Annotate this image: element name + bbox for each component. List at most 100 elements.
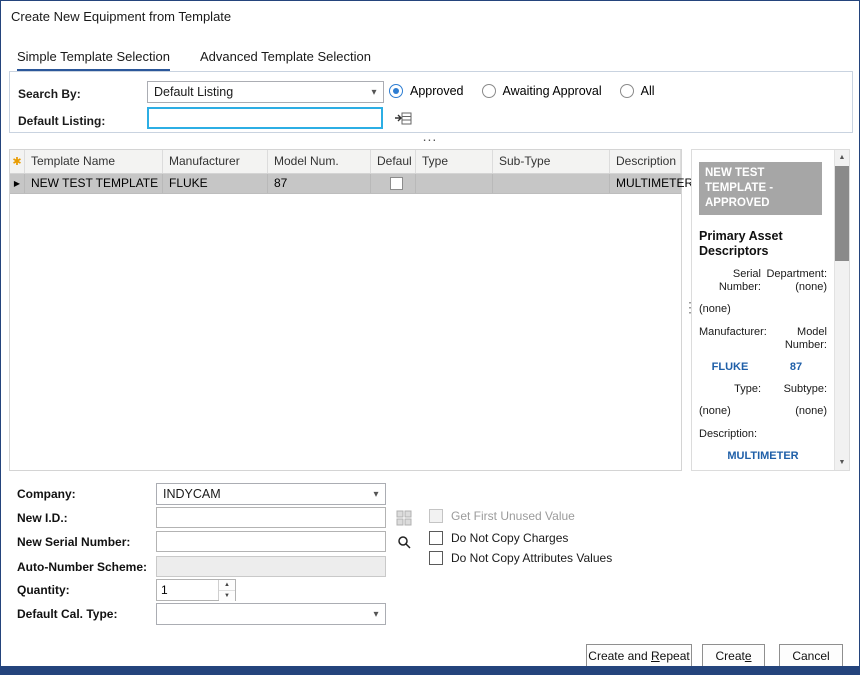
cell-manufacturer: FLUKE <box>163 174 268 193</box>
auto-number-scheme-input <box>156 556 386 577</box>
checkbox-label: Do Not Copy Attributes Values <box>451 551 612 565</box>
radio-all-label: All <box>641 84 655 98</box>
chevron-down-icon: ▾ <box>367 489 385 500</box>
department-value: (none) <box>795 281 827 293</box>
serial-number-value: (none) <box>699 303 761 316</box>
checkbox-icon <box>429 531 443 545</box>
cell-sub-type <box>493 174 610 193</box>
cell-model-num: 87 <box>268 174 371 193</box>
tab-bar: Simple Template Selection Advanced Templ… <box>17 49 371 71</box>
checkbox-icon <box>429 551 443 565</box>
create-and-repeat-button[interactable]: Create and Repeat <box>586 644 692 667</box>
company-label: Company: <box>17 487 76 501</box>
column-header-sub-type[interactable]: Sub-Type <box>493 150 610 173</box>
dialog-title: Create New Equipment from Template <box>11 9 231 24</box>
radio-all[interactable]: All <box>620 84 655 98</box>
approval-filter-radios: Approved Awaiting Approval All <box>389 84 673 98</box>
checkbox-do-not-copy-attributes-values[interactable]: Do Not Copy Attributes Values <box>429 551 612 565</box>
spin-up-icon[interactable]: ▲ <box>219 580 235 591</box>
quantity-label: Quantity: <box>17 583 70 597</box>
new-id-input[interactable] <box>156 507 386 528</box>
new-serial-number-input[interactable] <box>156 531 386 552</box>
preview-title: NEW TEST TEMPLATE - APPROVED <box>699 162 822 215</box>
scroll-down-button[interactable]: ▼ <box>835 455 849 470</box>
spacer-cell <box>765 303 827 316</box>
chevron-down-icon: ▾ <box>365 87 383 98</box>
new-id-label: New I.D.: <box>17 511 68 525</box>
model-number-value: 87 <box>765 361 827 374</box>
grid-corner-cell: ✱ <box>10 150 25 173</box>
default-listing-picker-button[interactable] <box>391 108 415 129</box>
default-checkbox[interactable] <box>390 177 403 190</box>
row-marker-icon: ▶ <box>10 174 25 193</box>
radio-awaiting-approval-label: Awaiting Approval <box>503 84 602 98</box>
list-picker-icon <box>394 111 412 126</box>
type-value: (none) <box>699 405 761 418</box>
radio-approved[interactable]: Approved <box>389 84 464 98</box>
button-accel: R <box>651 649 660 663</box>
button-text: Create and <box>588 649 651 663</box>
auto-number-scheme-label: Auto-Number Scheme: <box>17 560 147 574</box>
cell-description: MULTIMETER <box>610 174 694 193</box>
default-listing-label: Default Listing: <box>18 114 105 128</box>
checkbox-label: Get First Unused Value <box>451 509 575 523</box>
manufacturer-label: Manufacturer: <box>699 326 761 352</box>
serial-number-label: Serial Number: <box>699 268 761 294</box>
type-label: Type: <box>699 383 761 396</box>
create-equipment-dialog: Create New Equipment from Template Simpl… <box>0 0 860 675</box>
description-value: MULTIMETER <box>699 450 827 463</box>
search-by-dropdown[interactable]: Default Listing ▾ <box>147 81 384 103</box>
search-by-value: Default Listing <box>154 85 233 99</box>
column-header-manufacturer[interactable]: Manufacturer <box>163 150 268 173</box>
magnifier-icon <box>397 535 412 550</box>
serial-search-button[interactable] <box>394 532 414 552</box>
company-value: INDYCAM <box>163 487 221 501</box>
column-header-default[interactable]: Defaul <box>371 150 416 173</box>
radio-unselected-icon <box>620 84 634 98</box>
checkbox-label: Do Not Copy Charges <box>451 531 568 545</box>
column-header-description[interactable]: Description <box>610 150 681 173</box>
column-header-template-name[interactable]: Template Name <box>25 150 163 173</box>
new-id-picker-button[interactable] <box>394 508 414 528</box>
quantity-stepper[interactable]: ▲ ▼ <box>156 579 236 601</box>
scrollbar-thumb[interactable] <box>835 166 849 261</box>
cell-type <box>416 174 493 193</box>
checkbox-icon <box>429 509 443 523</box>
tab-advanced-template-selection[interactable]: Advanced Template Selection <box>200 49 371 71</box>
quantity-input[interactable] <box>157 580 218 600</box>
spin-buttons: ▲ ▼ <box>218 580 235 600</box>
new-row-indicator-icon: ✱ <box>12 156 21 168</box>
checkbox-get-first-unused-value: Get First Unused Value <box>429 509 575 523</box>
search-by-label: Search By: <box>18 87 81 101</box>
default-listing-input[interactable] <box>147 107 383 129</box>
checkbox-do-not-copy-charges[interactable]: Do Not Copy Charges <box>429 531 568 545</box>
spin-down-icon[interactable]: ▼ <box>219 591 235 601</box>
column-header-type[interactable]: Type <box>416 150 493 173</box>
radio-awaiting-approval[interactable]: Awaiting Approval <box>482 84 602 98</box>
horizontal-splitter-handle[interactable]: ... <box>1 131 859 145</box>
default-cal-type-dropdown[interactable]: ▾ <box>156 603 386 625</box>
template-preview-panel: NEW TEST TEMPLATE - APPROVED Primary Ass… <box>691 149 850 471</box>
cancel-button[interactable]: Cancel <box>779 644 843 667</box>
search-panel: Search By: Default Listing ▾ Approved Aw… <box>9 71 853 133</box>
table-row[interactable]: ▶ NEW TEST TEMPLATE FLUKE 87 MULTIMETER <box>10 174 681 194</box>
preview-content: NEW TEST TEMPLATE - APPROVED Primary Ass… <box>699 162 831 463</box>
button-accel: e <box>745 649 752 663</box>
button-text: Creat <box>715 649 744 663</box>
tab-simple-template-selection[interactable]: Simple Template Selection <box>17 49 170 71</box>
button-text: epeat <box>660 649 690 663</box>
create-button[interactable]: Create <box>702 644 765 667</box>
scroll-up-button[interactable]: ▲ <box>835 150 849 165</box>
grid-picker-icon <box>396 510 412 526</box>
cell-default <box>371 174 416 193</box>
radio-selected-icon <box>389 84 403 98</box>
manufacturer-value: FLUKE <box>699 361 761 374</box>
preview-scrollbar[interactable]: ▲ ▼ <box>834 150 849 470</box>
cell-template-name: NEW TEST TEMPLATE <box>25 174 163 193</box>
radio-unselected-icon <box>482 84 496 98</box>
department-label: Department: <box>766 268 827 280</box>
chevron-down-icon: ▾ <box>367 609 385 620</box>
template-grid: ✱ Template Name Manufacturer Model Num. … <box>9 149 682 471</box>
column-header-model-num[interactable]: Model Num. <box>268 150 371 173</box>
company-dropdown[interactable]: INDYCAM ▾ <box>156 483 386 505</box>
